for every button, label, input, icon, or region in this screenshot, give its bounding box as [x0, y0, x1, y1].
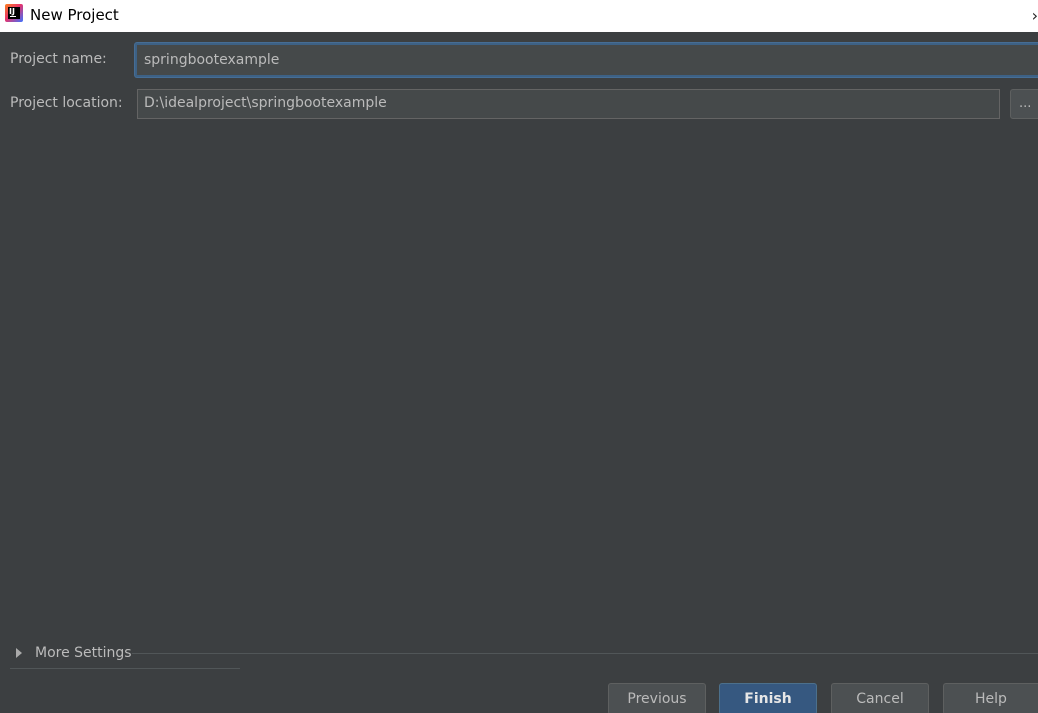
- triangle-right-icon: [16, 648, 22, 658]
- project-name-label: Project name:: [10, 51, 107, 67]
- project-name-input[interactable]: springbootexample: [135, 43, 1038, 77]
- cancel-button[interactable]: Cancel: [831, 683, 929, 713]
- help-button[interactable]: Help: [943, 683, 1038, 713]
- chevron-right-icon[interactable]: ›: [1032, 6, 1038, 25]
- more-settings-label: More Settings: [35, 645, 132, 661]
- project-location-input[interactable]: D:\idealproject\springbootexample: [137, 89, 1000, 119]
- previous-button[interactable]: Previous: [608, 683, 706, 713]
- divider: [10, 668, 240, 669]
- finish-button[interactable]: Finish: [719, 683, 817, 713]
- title-bar: IJ New Project ›: [0, 0, 1038, 32]
- more-settings-toggle[interactable]: More Settings: [16, 645, 132, 661]
- browse-button[interactable]: ...: [1010, 89, 1038, 119]
- divider: [132, 653, 1038, 654]
- intellij-idea-icon: IJ: [5, 4, 23, 22]
- project-location-label: Project location:: [10, 95, 123, 111]
- window-title: New Project: [30, 6, 119, 24]
